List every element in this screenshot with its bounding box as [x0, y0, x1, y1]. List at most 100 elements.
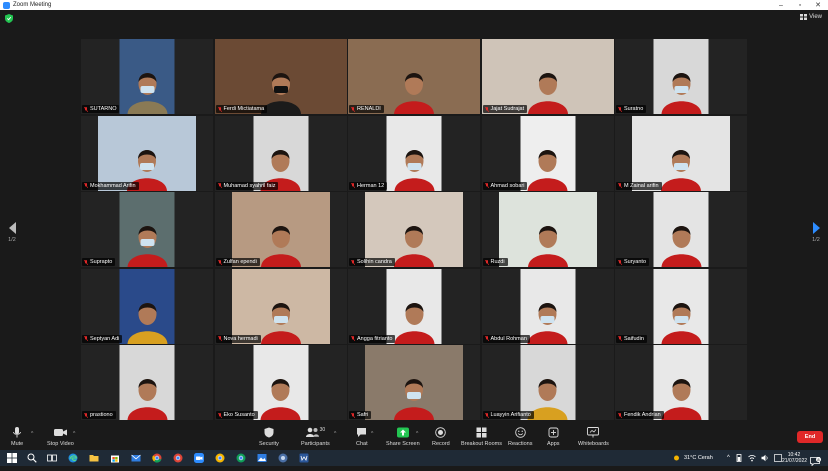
wifi-icon[interactable]: [748, 454, 756, 462]
end-meeting-button[interactable]: End: [797, 431, 823, 443]
participants-button[interactable]: 30 Participants: [301, 427, 330, 447]
participant-tile[interactable]: RENALDI: [348, 39, 480, 114]
weather-widget[interactable]: 31°C Cerah: [672, 450, 713, 466]
participant-video: [214, 39, 347, 114]
breakout-rooms-button[interactable]: Breakout Rooms: [461, 427, 502, 447]
mic-muted-icon: [351, 106, 355, 112]
task-view-icon[interactable]: [47, 453, 57, 463]
participant-silhouette: [260, 379, 301, 420]
whiteboards-button[interactable]: Whiteboards: [578, 427, 609, 447]
participant-video: [119, 345, 175, 420]
participant-tile[interactable]: Suprapto: [81, 192, 213, 267]
windows-start-icon[interactable]: [7, 453, 17, 463]
share-options-caret[interactable]: ^: [416, 431, 418, 437]
participant-video: [386, 115, 442, 191]
tray-chevron-up-icon[interactable]: ^: [727, 455, 730, 461]
close-icon[interactable]: ✕: [809, 0, 827, 10]
apps-label: Apps: [547, 441, 560, 447]
battery-icon[interactable]: [735, 454, 743, 462]
chrome-browser-icon[interactable]: [152, 453, 162, 463]
participant-tile[interactable]: Zulfan ependi: [214, 192, 347, 267]
chrome-window-2-icon[interactable]: [236, 453, 246, 463]
photos-icon[interactable]: [257, 453, 267, 463]
participant-tile[interactable]: Angga fitrianto: [348, 268, 480, 344]
chrome-profile-icon[interactable]: [173, 453, 183, 463]
participant-tile[interactable]: Nova hermadi: [214, 268, 347, 344]
file-explorer-icon[interactable]: [89, 453, 99, 463]
encryption-shield-icon[interactable]: [5, 14, 13, 23]
gallery-view: SUTARNO Ferdi Mictiatama RENALDI Jajat Sudr…: [81, 39, 747, 420]
language-ime-icon[interactable]: [773, 454, 782, 462]
search-icon[interactable]: [27, 453, 37, 463]
chrome-window-icon[interactable]: [215, 453, 225, 463]
clock[interactable]: 10:42 21/07/2022: [782, 452, 807, 464]
participant-silhouette: [394, 226, 434, 267]
participant-tile[interactable]: Eko Susanto: [214, 345, 347, 420]
participant-tile[interactable]: Saifudin: [615, 268, 747, 344]
participant-silhouette: [127, 73, 167, 114]
participant-tile[interactable]: Ferdi Mictiatama: [214, 39, 347, 114]
chat-button[interactable]: Chat: [356, 427, 368, 447]
participant-tile[interactable]: Suryanto: [615, 192, 747, 267]
chat-options-caret[interactable]: ^: [371, 431, 373, 437]
edge-browser-icon[interactable]: [68, 453, 78, 463]
mail-icon[interactable]: [131, 453, 141, 463]
participant-name: Ferdi Mictiatama: [223, 106, 265, 112]
video-options-caret[interactable]: ^: [73, 431, 75, 437]
chat-bubble-icon: [357, 428, 367, 437]
volume-icon[interactable]: [761, 454, 769, 462]
participant-name: Angga fitrianto: [357, 335, 393, 342]
participant-tile[interactable]: Luayyin Arifianto: [481, 345, 614, 420]
security-button[interactable]: Security: [259, 427, 279, 447]
participant-tile[interactable]: Fendik Andrian: [615, 345, 747, 420]
maximize-icon[interactable]: ▫: [791, 0, 809, 10]
participant-video: [653, 345, 709, 420]
participant-tile[interactable]: Suratno: [615, 39, 747, 114]
participant-tile[interactable]: Jajat Sudrajat: [481, 39, 614, 114]
participant-nameplate: SUTARNO: [82, 105, 120, 113]
participant-nameplate: Ahmad sobari: [482, 181, 528, 190]
participant-video: [119, 192, 175, 267]
microsoft-store-icon[interactable]: [110, 453, 120, 463]
app-generic-icon[interactable]: [278, 453, 288, 463]
participant-video: [520, 345, 575, 420]
zoom-taskbar-icon[interactable]: [194, 453, 204, 463]
page-indicator-right: 1/2: [812, 237, 820, 243]
breakout-rooms-icon: [476, 427, 487, 438]
participant-tile[interactable]: Solihin candra: [348, 192, 480, 267]
participant-tile[interactable]: Mokhammad Arifin: [81, 115, 213, 191]
participant-tile[interactable]: Ruzdi: [481, 192, 614, 267]
participant-video: [520, 268, 575, 344]
participant-name: M Zainal arifin: [624, 182, 659, 189]
participant-tile[interactable]: Muhamad syahril faiz: [214, 115, 347, 191]
participant-tile[interactable]: Ahmad sobari: [481, 115, 614, 191]
participant-video: [481, 39, 614, 114]
mic-muted-icon: [84, 412, 88, 418]
minimize-icon[interactable]: –: [772, 0, 790, 10]
participant-tile[interactable]: Abdul Rohman: [481, 268, 614, 344]
participant-nameplate: Ruzdi: [482, 258, 508, 266]
participant-silhouette: [127, 226, 167, 267]
participant-tile[interactable]: prastiono: [81, 345, 213, 420]
mute-button[interactable]: Mute: [11, 427, 23, 447]
zoom-window: Zoom Meeting – ▫ ✕ View SUTARNO Ferdi Mic…: [0, 0, 828, 467]
participant-tile[interactable]: Herman 12: [348, 115, 480, 191]
notification-center-button[interactable]: 8: [810, 453, 822, 467]
whiteboards-label: Whiteboards: [578, 441, 609, 447]
previous-page-button[interactable]: 1/2: [6, 222, 18, 243]
next-page-button[interactable]: 1/2: [810, 222, 822, 243]
participants-options-caret[interactable]: ^: [334, 431, 336, 437]
participant-tile[interactable]: Safri: [348, 345, 480, 420]
reactions-button[interactable]: Reactions: [508, 427, 532, 447]
participant-tile[interactable]: M Zainal arifin: [615, 115, 747, 191]
apps-button[interactable]: Apps: [547, 427, 560, 447]
mute-options-caret[interactable]: ^: [31, 431, 33, 437]
stop-video-button[interactable]: Stop Video: [47, 427, 74, 447]
view-button[interactable]: View: [800, 14, 822, 20]
mic-muted-icon: [84, 259, 88, 265]
record-button[interactable]: Record: [432, 427, 450, 447]
share-screen-button[interactable]: Share Screen: [386, 427, 420, 447]
participant-tile[interactable]: Septyan Adi: [81, 268, 213, 344]
word-icon[interactable]: [299, 453, 309, 463]
participant-tile[interactable]: SUTARNO: [81, 39, 213, 114]
